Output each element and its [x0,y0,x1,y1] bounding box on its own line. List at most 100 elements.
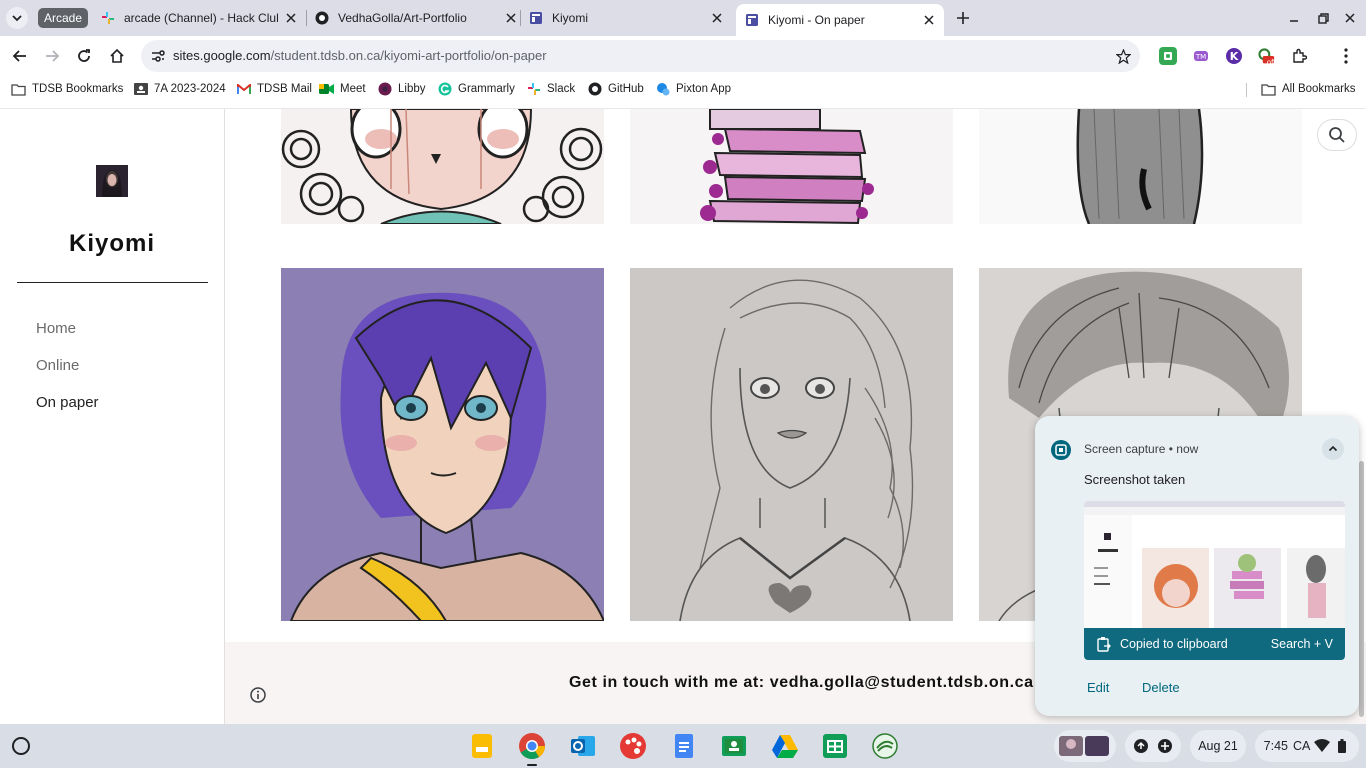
keep-icon[interactable] [468,732,496,760]
notification-time: now [1176,442,1199,456]
screenshot-thumbnail[interactable] [1084,501,1345,628]
nav-online[interactable]: Online [36,357,79,374]
close-icon[interactable] [920,11,938,29]
holding-space-tray[interactable] [1054,730,1116,762]
minimize-button[interactable] [1284,8,1304,28]
site-title[interactable]: Kiyomi [0,230,224,258]
tab-title: Kiyomi [552,11,589,25]
bookmark-pixton[interactable]: Pixton App [655,81,731,97]
bookmark-libby[interactable]: Libby [377,81,426,97]
classroom-icon[interactable] [720,732,748,760]
slack-icon [526,82,541,97]
bookmark-label: All Bookmarks [1282,83,1356,95]
arrow-left-icon [12,50,26,62]
minimize-icon [1290,20,1298,22]
chevron-down-icon [12,15,22,22]
collapse-notification-button[interactable] [1322,438,1344,460]
sheets-icon[interactable] [821,732,849,760]
running-indicator [527,764,537,766]
date-tray[interactable]: Aug 21 [1190,730,1246,762]
tab-on-paper[interactable]: Kiyomi - On paper [736,4,944,36]
nav-home[interactable]: Home [36,320,76,337]
vpn-icon[interactable] [871,732,899,760]
extension-green-icon[interactable] [1159,47,1177,65]
extension-badge: off [1266,58,1276,67]
arrow-right-icon [46,50,60,62]
bookmark-slack[interactable]: Slack [526,81,575,97]
tab-search-button[interactable] [6,7,28,29]
media-controls-tray[interactable] [1125,730,1181,762]
close-icon[interactable] [282,9,300,27]
bookmark-7a[interactable]: 7A 2023-2024 [133,81,226,97]
reload-button[interactable] [72,44,96,68]
plus-icon [957,12,969,24]
meet-icon [319,82,334,97]
bookmark-grammarly[interactable]: Grammarly [437,81,515,97]
site-search-button[interactable] [1317,119,1357,151]
outlook-icon[interactable] [569,732,597,760]
site-logo[interactable] [96,165,128,197]
chrome-icon[interactable] [518,732,546,760]
canvas-paint-icon[interactable] [619,732,647,760]
extension-purple-icon[interactable]: TM [1192,47,1210,65]
github-icon [587,82,602,97]
page-scrollbar[interactable] [1359,461,1364,717]
paste-hint: Search + V [1270,637,1333,651]
forward-button[interactable] [40,44,64,68]
screenshot-preview-icon [1059,736,1109,756]
edit-screenshot-button[interactable]: Edit [1087,680,1109,695]
artwork-chibi-girl[interactable] [281,109,604,224]
pixton-icon [655,82,670,97]
extension-k-icon[interactable]: K [1225,47,1243,65]
tab-github-portfolio[interactable]: VedhaGolla/Art-Portfolio [314,0,520,36]
site-info-icon[interactable] [149,47,167,65]
all-bookmarks[interactable]: All Bookmarks [1261,81,1356,97]
tab-group-chip[interactable]: Arcade [38,8,89,28]
address-bar[interactable]: sites.google.com/student.tdsb.on.ca/kiyo… [141,40,1140,72]
nav-on-paper[interactable]: On paper [36,394,99,411]
bookmark-star-icon[interactable] [1114,47,1132,65]
bookmark-tdsb-mail[interactable]: TDSB Mail [236,81,312,97]
artwork-dark-hair-figure[interactable] [979,109,1302,224]
home-button[interactable] [105,44,129,68]
artwork-wavy-hair-girl[interactable] [630,268,953,621]
status-tray[interactable]: 7:45 CA [1255,730,1359,762]
tab-hack-club[interactable]: arcade (Channel) - Hack Club - [100,0,300,36]
tab-title: Kiyomi - On paper [768,13,865,27]
restore-button[interactable] [1313,8,1333,28]
bookmark-label: 7A 2023-2024 [154,83,226,95]
tab-title: VedhaGolla/Art-Portfolio [338,11,467,25]
close-icon[interactable] [708,9,726,27]
url-host: sites.google.com [173,48,271,63]
bookmark-meet[interactable]: Meet [319,81,366,97]
slack-icon [100,10,116,26]
close-window-button[interactable] [1340,8,1360,28]
bookmark-label: TDSB Mail [257,83,312,95]
artwork-pink-books[interactable] [630,109,953,224]
url-text: sites.google.com/student.tdsb.on.ca/kiyo… [173,48,547,63]
launcher-icon [12,737,30,755]
tab-kiyomi[interactable]: Kiyomi [528,0,726,36]
folder-icon [11,82,26,97]
google-sites-icon [528,10,544,26]
bookmark-label: Meet [340,83,366,95]
new-tab-button[interactable] [952,7,974,29]
info-icon[interactable] [249,686,267,704]
extensions-puzzle-icon[interactable] [1290,47,1308,65]
launcher-button[interactable] [10,735,32,757]
back-button[interactable] [8,44,32,68]
drive-icon[interactable] [771,732,799,760]
delete-screenshot-button[interactable]: Delete [1142,680,1180,695]
close-icon[interactable] [502,9,520,27]
svg-text:K: K [1230,50,1239,63]
svg-text:TM: TM [1195,53,1206,61]
menu-kebab-icon[interactable] [1337,47,1355,65]
tab-divider [306,10,307,26]
artwork-purple-hair-girl[interactable] [281,268,604,621]
wifi-icon [1314,738,1331,754]
tab-divider [520,10,521,26]
bookmarks-divider [1246,83,1247,97]
bookmark-tdsb-bookmarks[interactable]: TDSB Bookmarks [11,81,123,97]
bookmark-github[interactable]: GitHub [587,81,644,97]
docs-icon[interactable] [670,732,698,760]
